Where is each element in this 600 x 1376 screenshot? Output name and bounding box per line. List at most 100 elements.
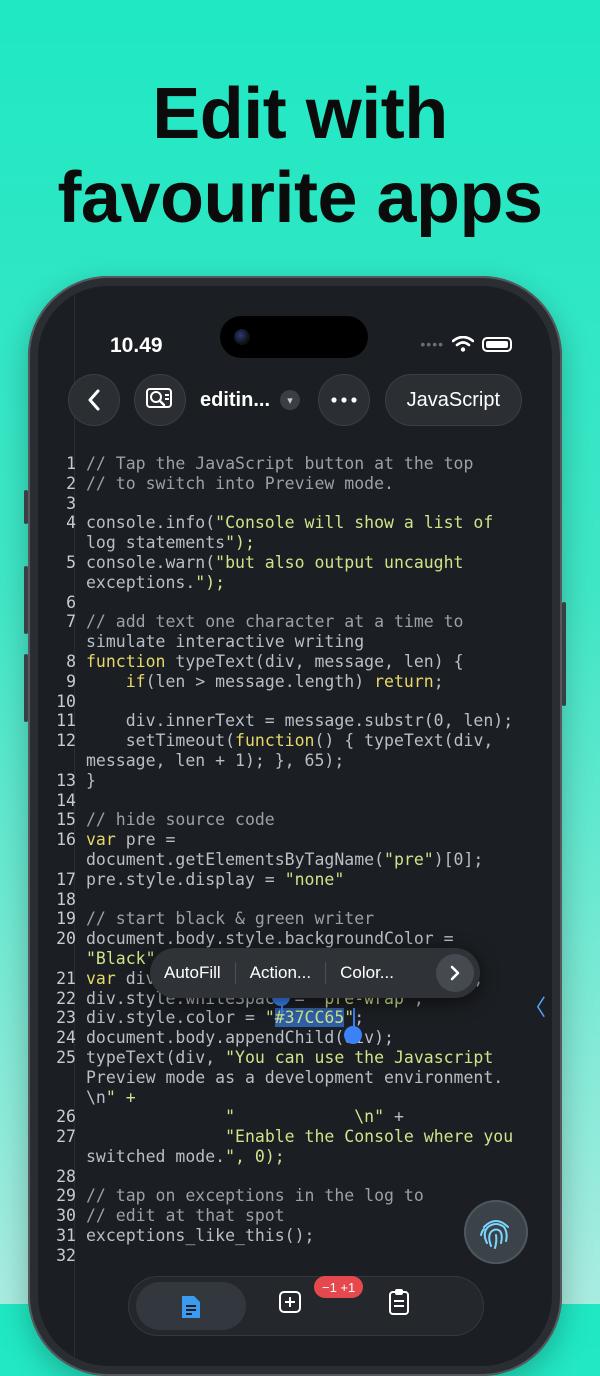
clipboard-icon bbox=[389, 1289, 409, 1315]
selection-end-handle[interactable] bbox=[344, 1026, 362, 1044]
more-button[interactable] bbox=[318, 374, 370, 426]
code-line[interactable]: 13} bbox=[38, 771, 552, 791]
battery-icon bbox=[482, 336, 512, 352]
code-line[interactable]: 4 console.info("Console will show a list … bbox=[38, 513, 552, 533]
code-line[interactable]: document.getElementsByTagName("pre")[0]; bbox=[38, 850, 552, 870]
code-line[interactable]: switched mode.", 0); bbox=[38, 1147, 552, 1167]
code-line[interactable]: 6​ bbox=[38, 593, 552, 613]
line-text: ​ bbox=[76, 593, 86, 613]
editor-toolbar: editin... ▾ JavaScript bbox=[68, 374, 522, 426]
line-text: // add text one character at a time to bbox=[86, 612, 464, 632]
tab-changes[interactable] bbox=[278, 1290, 318, 1322]
code-line[interactable]: 20 document.body.style.backgroundColor = bbox=[38, 929, 552, 949]
document-title-label: editin... bbox=[200, 388, 270, 411]
headline-line-2: favourite apps bbox=[57, 158, 543, 238]
phone-frame: 10.49 •••• editin... ▾ JavaScript 1 // T… bbox=[24, 276, 566, 1376]
code-line[interactable]: 9 if(len > message.length) return; bbox=[38, 672, 552, 692]
code-line[interactable]: 23 div.style.color = "#37CC65"; bbox=[38, 1008, 552, 1028]
fingerprint-icon bbox=[480, 1220, 509, 1249]
line-number bbox=[38, 1147, 76, 1167]
search-button[interactable] bbox=[134, 374, 186, 426]
code-line[interactable]: 5 console.warn("but also output uncaught bbox=[38, 553, 552, 573]
code-editor[interactable]: 1 // Tap the JavaScript button at the top… bbox=[38, 454, 552, 1266]
chevron-down-icon: ▾ bbox=[280, 390, 300, 410]
line-text: simulate interactive writing bbox=[86, 632, 365, 652]
line-text: // edit at that spot bbox=[86, 1206, 285, 1226]
line-number: 18 bbox=[56, 889, 76, 909]
line-text: // to switch into Preview mode. bbox=[86, 473, 394, 493]
code-line[interactable]: 12 setTimeout(function() { typeText(div, bbox=[38, 731, 552, 751]
code-line[interactable]: 16 var pre = bbox=[38, 830, 552, 850]
code-line[interactable]: log statements"); bbox=[38, 533, 552, 553]
line-text: ​ bbox=[76, 890, 86, 910]
menu-next-button[interactable] bbox=[436, 954, 474, 992]
line-number: 27 bbox=[56, 1127, 76, 1147]
code-line[interactable]: \n" + bbox=[38, 1088, 552, 1108]
code-line[interactable]: 14​ bbox=[38, 791, 552, 811]
line-text: ​ bbox=[76, 494, 86, 514]
language-button[interactable]: JavaScript bbox=[384, 374, 522, 426]
menu-item-action[interactable]: Action... bbox=[236, 948, 325, 998]
back-button[interactable] bbox=[68, 374, 120, 426]
line-number bbox=[38, 850, 76, 870]
line-text: var pre = bbox=[86, 830, 176, 850]
tab-clipboard[interactable] bbox=[388, 1288, 428, 1322]
line-number bbox=[38, 573, 76, 593]
line-text: // tap on exceptions in the log to bbox=[86, 1186, 424, 1206]
code-line[interactable]: 24 document.body.appendChild(div); bbox=[38, 1028, 552, 1048]
line-number: 10 bbox=[56, 691, 76, 711]
menu-item-autofill[interactable]: AutoFill bbox=[150, 948, 235, 998]
code-line[interactable]: 2 // to switch into Preview mode. bbox=[38, 474, 552, 494]
code-line[interactable]: 8 function typeText(div, message, len) { bbox=[38, 652, 552, 672]
line-number: 22 bbox=[56, 988, 76, 1008]
line-number: 4 bbox=[66, 513, 76, 533]
line-number bbox=[38, 1068, 76, 1088]
code-line[interactable]: 15 // hide source code bbox=[38, 810, 552, 830]
tab-editor[interactable] bbox=[136, 1282, 246, 1330]
code-line[interactable]: 25 typeText(div, "You can use the Javascr… bbox=[38, 1048, 552, 1068]
line-text: exceptions_like_this(); bbox=[86, 1226, 315, 1246]
code-line[interactable]: 28​ bbox=[38, 1167, 552, 1187]
code-line[interactable]: exceptions."); bbox=[38, 573, 552, 593]
line-number: 21 bbox=[56, 968, 76, 988]
line-text: switched mode.", 0); bbox=[86, 1146, 285, 1166]
code-line[interactable]: simulate interactive writing bbox=[38, 632, 552, 652]
line-number: 11 bbox=[56, 711, 76, 731]
code-line[interactable]: 11 div.innerText = message.substr(0, len… bbox=[38, 711, 552, 731]
line-text: ​ bbox=[76, 1246, 86, 1266]
status-time: 10.49 bbox=[110, 334, 163, 357]
line-text: div.style.color = "#37CC65"; bbox=[86, 1008, 365, 1028]
line-number: 17 bbox=[56, 869, 76, 889]
code-line[interactable]: 26 " \n" + bbox=[38, 1107, 552, 1127]
line-number bbox=[38, 751, 76, 771]
line-text: ​ bbox=[76, 692, 86, 712]
line-text: if(len > message.length) return; bbox=[125, 671, 444, 691]
code-line[interactable]: 7 // add text one character at a time to bbox=[38, 612, 552, 632]
line-text: setTimeout(function() { typeText(div, bbox=[86, 731, 494, 751]
code-line[interactable]: message, len + 1); }, 65); bbox=[38, 751, 552, 771]
menu-item-color[interactable]: Color... bbox=[326, 948, 408, 998]
search-document-icon bbox=[146, 388, 172, 408]
code-line[interactable]: 29 // tap on exceptions in the log to bbox=[38, 1186, 552, 1206]
line-text: div.innerText = message.substr(0, len); bbox=[86, 711, 514, 731]
code-line[interactable]: 27 "Enable the Console where you bbox=[38, 1127, 552, 1147]
code-line[interactable]: Preview mode as a development environmen… bbox=[38, 1068, 552, 1088]
line-number bbox=[38, 632, 76, 652]
code-line[interactable]: 19 // start black & green writer bbox=[38, 909, 552, 929]
edge-panel-chevron-icon[interactable]: 〈 bbox=[524, 990, 546, 1022]
code-line[interactable]: 3​ bbox=[38, 494, 552, 514]
line-text: document.body.style.backgroundColor = bbox=[86, 929, 454, 949]
dynamic-island bbox=[220, 316, 368, 358]
document-title[interactable]: editin... ▾ bbox=[200, 374, 300, 426]
action-button bbox=[24, 490, 28, 524]
code-line[interactable]: 17 pre.style.display = "none" bbox=[38, 870, 552, 890]
fingerprint-button[interactable] bbox=[464, 1200, 528, 1264]
chevron-right-icon bbox=[450, 965, 460, 981]
line-number: 13 bbox=[56, 770, 76, 790]
code-line[interactable]: 18​ bbox=[38, 890, 552, 910]
code-line[interactable]: 10​ bbox=[38, 692, 552, 712]
line-number: 2 bbox=[66, 473, 76, 493]
line-text: ​ bbox=[76, 791, 86, 811]
code-line[interactable]: 1 // Tap the JavaScript button at the top bbox=[38, 454, 552, 474]
line-number bbox=[38, 1088, 76, 1108]
